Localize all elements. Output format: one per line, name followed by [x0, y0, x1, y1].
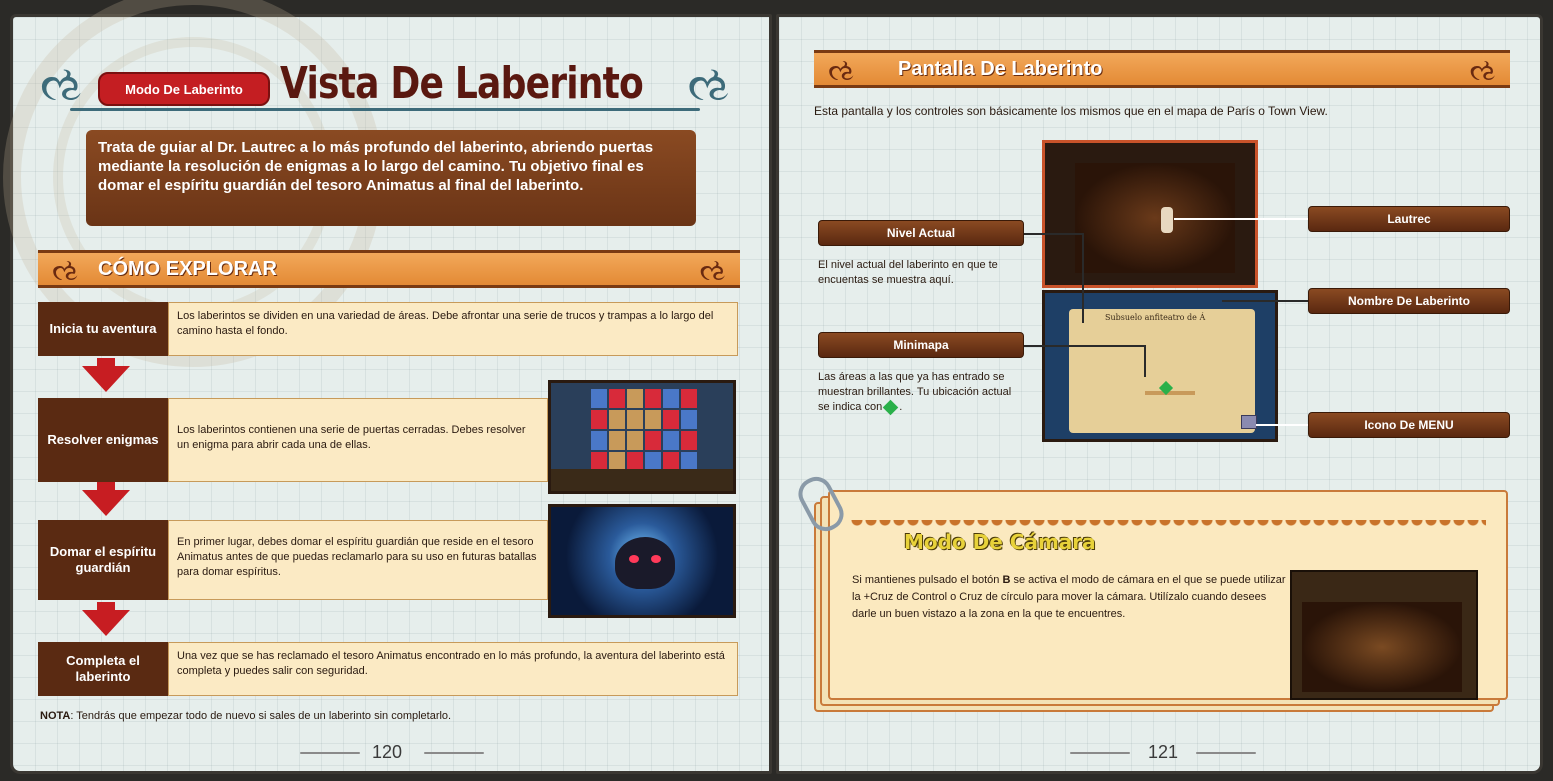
section-title: CÓMO EXPLORAR: [98, 258, 277, 280]
puzzle-screenshot: [548, 380, 736, 494]
leader-line: [1256, 424, 1308, 426]
lautrec-figure: [1161, 207, 1173, 233]
title-scroll: ઌ ઌ Modo De Laberinto Vista De Laberinto: [40, 52, 730, 122]
step-label: Domar el espíritu guardián: [38, 520, 168, 600]
intro-text: Trata de guiar al Dr. Lautrec a lo más p…: [86, 130, 696, 226]
step-label: Resolver enigmas: [38, 398, 168, 482]
callout-lautrec: Lautrec: [1308, 206, 1510, 232]
section-bar-pantalla: ઌ Pantalla De Laberinto ઌ: [814, 50, 1510, 88]
leader-line: [1024, 345, 1144, 347]
screen-description: Esta pantalla y los controles son básica…: [814, 104, 1328, 118]
scallop-border: [850, 520, 1486, 530]
step-label: Inicia tu aventura: [38, 302, 168, 356]
leader-line: [1144, 345, 1146, 377]
page-title: Vista De Laberinto: [280, 58, 644, 109]
curl-left-icon: ઌ: [40, 56, 83, 112]
step-3: Domar el espíritu guardián En primer lug…: [38, 520, 548, 600]
camera-screenshot: [1290, 570, 1478, 700]
nota-text: : Tendrás que empezar todo de nuevo si s…: [70, 710, 452, 722]
swirl-decoration: [300, 752, 360, 754]
swirl-decoration: [1196, 752, 1256, 754]
callout-icono-menu: Icono De MENU: [1308, 412, 1510, 438]
callout-minimapa: Minimapa: [818, 332, 1024, 358]
swirl-decoration: [1070, 752, 1130, 754]
section-title: Pantalla De Laberinto: [898, 58, 1103, 80]
page-number-right: 121: [1148, 742, 1179, 762]
menu-icon: [1241, 415, 1257, 429]
curl-icon: ઌ: [1469, 53, 1496, 88]
step-text: En primer lugar, debes domar el espíritu…: [168, 520, 548, 600]
leader-line: [1082, 233, 1084, 323]
step-1: Inicia tu aventura Los laberintos se div…: [38, 302, 738, 356]
spirit-icon: [615, 537, 675, 589]
step-4: Completa el laberinto Una vez que se has…: [38, 642, 738, 696]
leader-line: [1024, 233, 1082, 235]
curl-icon: ઌ: [699, 253, 726, 288]
leader-line: [1222, 300, 1308, 302]
arrow-down-icon: [82, 610, 130, 636]
puzzle-toolbar: [551, 469, 733, 491]
nota-label: NOTA: [40, 710, 71, 722]
spirit-screenshot: [548, 504, 736, 618]
curl-icon: ઌ: [828, 53, 855, 88]
swirl-decoration: [424, 752, 484, 754]
step-text: Los laberintos contienen una serie de pu…: [168, 398, 548, 482]
camera-title: Modo De Cámara: [904, 530, 1096, 554]
nota: NOTA: Tendrás que empezar todo de nuevo …: [40, 710, 451, 722]
camera-text: Si mantienes pulsado el botón B se activ…: [852, 574, 1286, 620]
minimapa-desc-text: Las áreas a las que ya has entrado se mu…: [818, 371, 1012, 413]
map-label: Subsuelo anfiteatro de Á: [1105, 313, 1206, 322]
card-layer-front: Modo De Cámara Si mantienes pulsado el b…: [828, 490, 1508, 700]
callout-nivel-actual: Nivel Actual: [818, 220, 1024, 246]
curl-icon: ઌ: [52, 253, 79, 288]
nivel-actual-desc: El nivel actual del laberinto en que te …: [818, 259, 998, 286]
leader-line: [1174, 218, 1308, 220]
section-bar-explorar: ઌ CÓMO EXPLORAR ઌ: [38, 250, 740, 288]
page-number-left: 120: [372, 742, 403, 762]
step-text: Una vez que se has reclamado el tesoro A…: [168, 642, 738, 696]
puzzle-grid: [591, 389, 697, 471]
minimapa-desc: Las áreas a las que ya has entrado se mu…: [818, 371, 1012, 415]
game-top-screen: [1042, 140, 1258, 288]
minimap-paper: Subsuelo anfiteatro de Á: [1069, 309, 1255, 433]
curl-right-icon: ઌ: [687, 56, 730, 112]
camera-mode-card: Modo De Cámara Si mantienes pulsado el b…: [792, 471, 1510, 712]
location-gem-icon: [882, 399, 899, 415]
mode-badge: Modo De Laberinto: [98, 72, 270, 106]
callout-nombre-laberinto: Nombre De Laberinto: [1308, 288, 1510, 314]
game-bottom-screen: Subsuelo anfiteatro de Á: [1042, 290, 1278, 442]
step-text: Los laberintos se dividen en una varieda…: [168, 302, 738, 356]
map-path: [1145, 391, 1195, 395]
step-2: Resolver enigmas Los laberintos contiene…: [38, 398, 548, 482]
arrow-down-icon: [82, 366, 130, 392]
arrow-down-icon: [82, 490, 130, 516]
step-label: Completa el laberinto: [38, 642, 168, 696]
